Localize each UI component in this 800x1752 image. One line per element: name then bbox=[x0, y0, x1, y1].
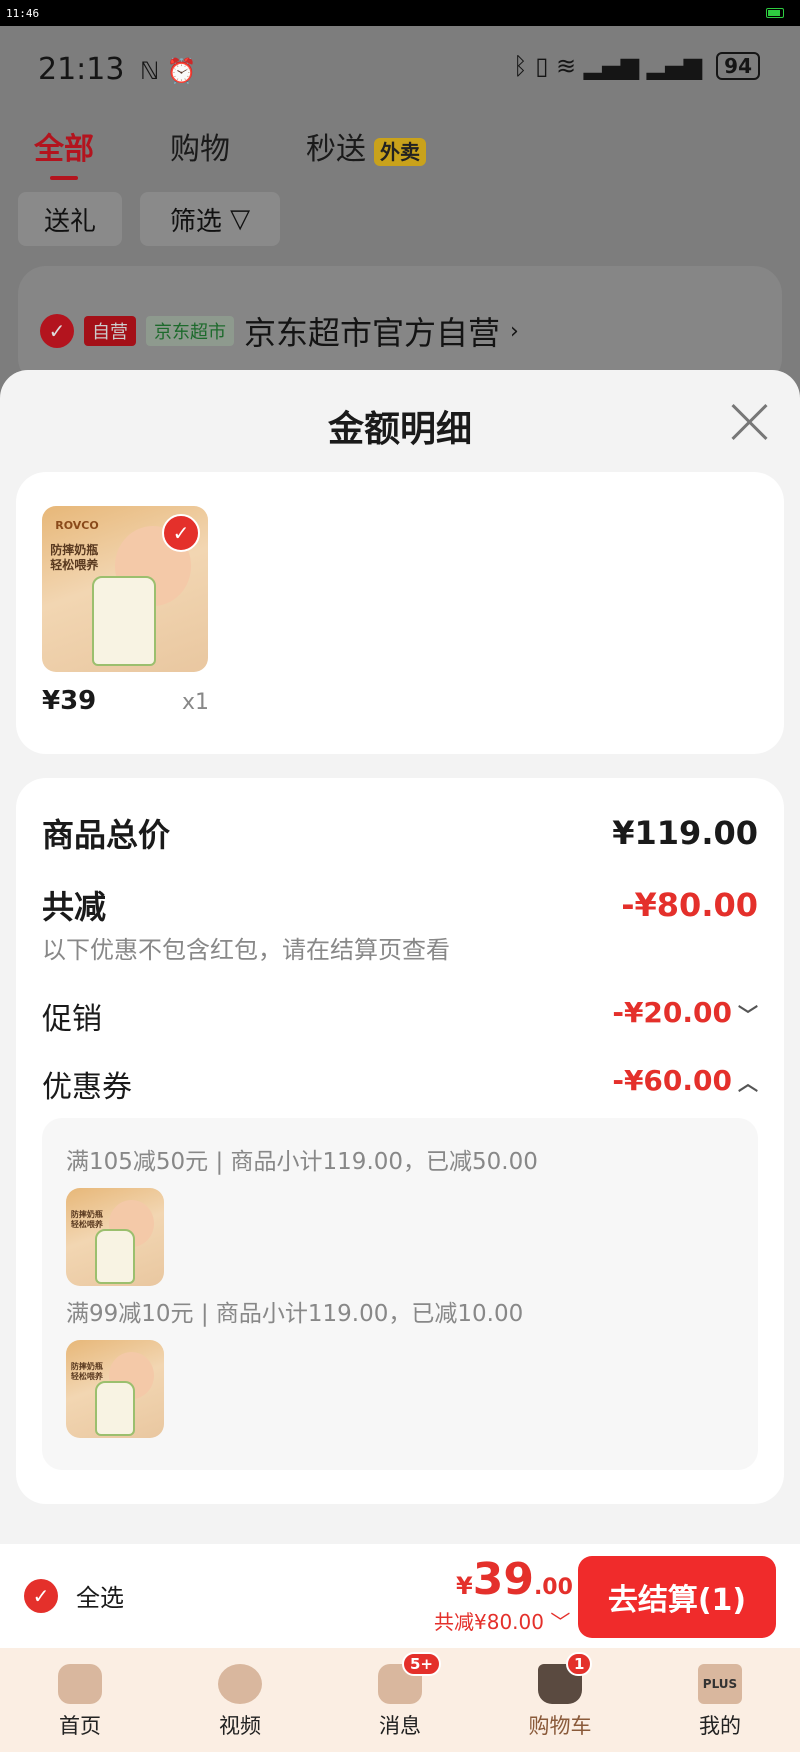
tab-instant[interactable]: 秒送 外卖 bbox=[306, 124, 426, 168]
message-icon: 5+ bbox=[378, 1652, 442, 1704]
product-qty: x1 bbox=[182, 690, 210, 715]
promo-row-toggle[interactable]: -¥20.00 ﹀ bbox=[612, 996, 758, 1029]
phone-status-right: ᛒ ▯ ≋ ▂▄▆ ▂▄▆ 94 bbox=[513, 52, 760, 80]
coupon-label: 优惠券 bbox=[42, 1070, 132, 1105]
phone-status-time: 21:13 ℕ ⏰ bbox=[38, 52, 197, 87]
product-card: ROVCO 防摔奶瓶 轻松喂养 ✓ bbox=[16, 472, 784, 754]
nav-cart[interactable]: 1 购物车 bbox=[500, 1648, 620, 1740]
reduce-note: 以下优惠不包含红包，请在结算页查看 bbox=[42, 936, 450, 964]
status-time: 21:13 bbox=[38, 52, 125, 87]
store-header[interactable]: ✓ 自营 京东超市 京东超市官方自营 › bbox=[40, 308, 519, 354]
nav-video[interactable]: 视频 bbox=[180, 1648, 300, 1740]
tab-all[interactable]: 全部 bbox=[34, 124, 94, 180]
message-badge: 5+ bbox=[402, 1652, 442, 1676]
total-label: 商品总价 bbox=[42, 816, 171, 854]
total-price: ¥39.00 bbox=[456, 1554, 573, 1605]
promo-label: 促销 bbox=[42, 1002, 102, 1037]
nav-messages[interactable]: 5+ 消息 bbox=[340, 1648, 460, 1740]
coupon-line: 满99减10元 | 商品小计119.00，已减10.00 bbox=[66, 1301, 524, 1327]
home-icon bbox=[58, 1664, 102, 1704]
store-name[interactable]: 京东超市官方自营 bbox=[244, 308, 500, 354]
coupon-product-thumb: 防摔奶瓶 轻松喂养 bbox=[66, 1188, 164, 1286]
filter-icon: ▽ bbox=[230, 204, 251, 234]
saved-amount-toggle[interactable]: 共减¥80.00 ﹀ bbox=[434, 1606, 570, 1635]
chevron-down-icon: ﹀ bbox=[738, 1003, 758, 1027]
system-battery-icon bbox=[766, 8, 784, 18]
select-all[interactable]: ✓ 全选 bbox=[24, 1578, 124, 1613]
coupon-line: 满105减50元 | 商品小计119.00，已减50.00 bbox=[66, 1149, 538, 1175]
nav-home[interactable]: 首页 bbox=[20, 1648, 140, 1740]
order-tabs: 全部 购物 秒送 外卖 bbox=[34, 124, 426, 180]
sheet-title: 金额明细 bbox=[327, 409, 472, 450]
product-selected-icon[interactable]: ✓ bbox=[162, 514, 200, 552]
cart-icon: 1 bbox=[538, 1652, 593, 1704]
battery-icon: 94 bbox=[716, 52, 760, 80]
video-icon bbox=[218, 1664, 262, 1704]
select-all-check-icon[interactable]: ✓ bbox=[24, 1578, 58, 1613]
store-check-icon[interactable]: ✓ bbox=[40, 314, 74, 348]
coupon-product-thumb: 防摔奶瓶 轻松喂养 bbox=[66, 1340, 164, 1438]
system-status-bar: 11:46 bbox=[0, 0, 800, 26]
product-price: ¥39 bbox=[42, 686, 97, 716]
chevron-up-icon: ︿ bbox=[738, 1071, 758, 1095]
product-image[interactable]: ROVCO 防摔奶瓶 轻松喂养 ✓ bbox=[42, 506, 208, 672]
self-operated-tag: 自营 bbox=[84, 316, 136, 346]
tab-shopping[interactable]: 购物 bbox=[170, 124, 230, 168]
filter-chip[interactable]: 筛选 ▽ bbox=[140, 192, 280, 246]
reduce-value: -¥80.00 bbox=[621, 886, 758, 924]
takeout-badge: 外卖 bbox=[374, 138, 426, 166]
status-icons: ℕ ⏰ bbox=[140, 57, 197, 85]
plus-icon: PLUS bbox=[698, 1664, 742, 1704]
store-arrow-icon: › bbox=[510, 318, 519, 344]
gift-filter-chip[interactable]: 送礼 bbox=[18, 192, 122, 246]
coupon-row-toggle[interactable]: -¥60.00 ︿ bbox=[612, 1064, 758, 1097]
checkout-button[interactable]: 去结算(1) bbox=[578, 1556, 776, 1638]
signal-icons: ᛒ ▯ ≋ ▂▄▆ ▂▄▆ bbox=[513, 52, 703, 80]
total-value: ¥119.00 bbox=[612, 814, 758, 852]
close-icon[interactable] bbox=[728, 400, 772, 444]
reduce-label: 共减 bbox=[42, 888, 107, 926]
nav-mine[interactable]: PLUS 我的 bbox=[660, 1648, 780, 1740]
cart-badge: 1 bbox=[566, 1652, 593, 1676]
supermarket-tag: 京东超市 bbox=[146, 316, 234, 346]
select-all-label: 全选 bbox=[76, 1584, 124, 1612]
system-time: 11:46 bbox=[6, 7, 40, 20]
